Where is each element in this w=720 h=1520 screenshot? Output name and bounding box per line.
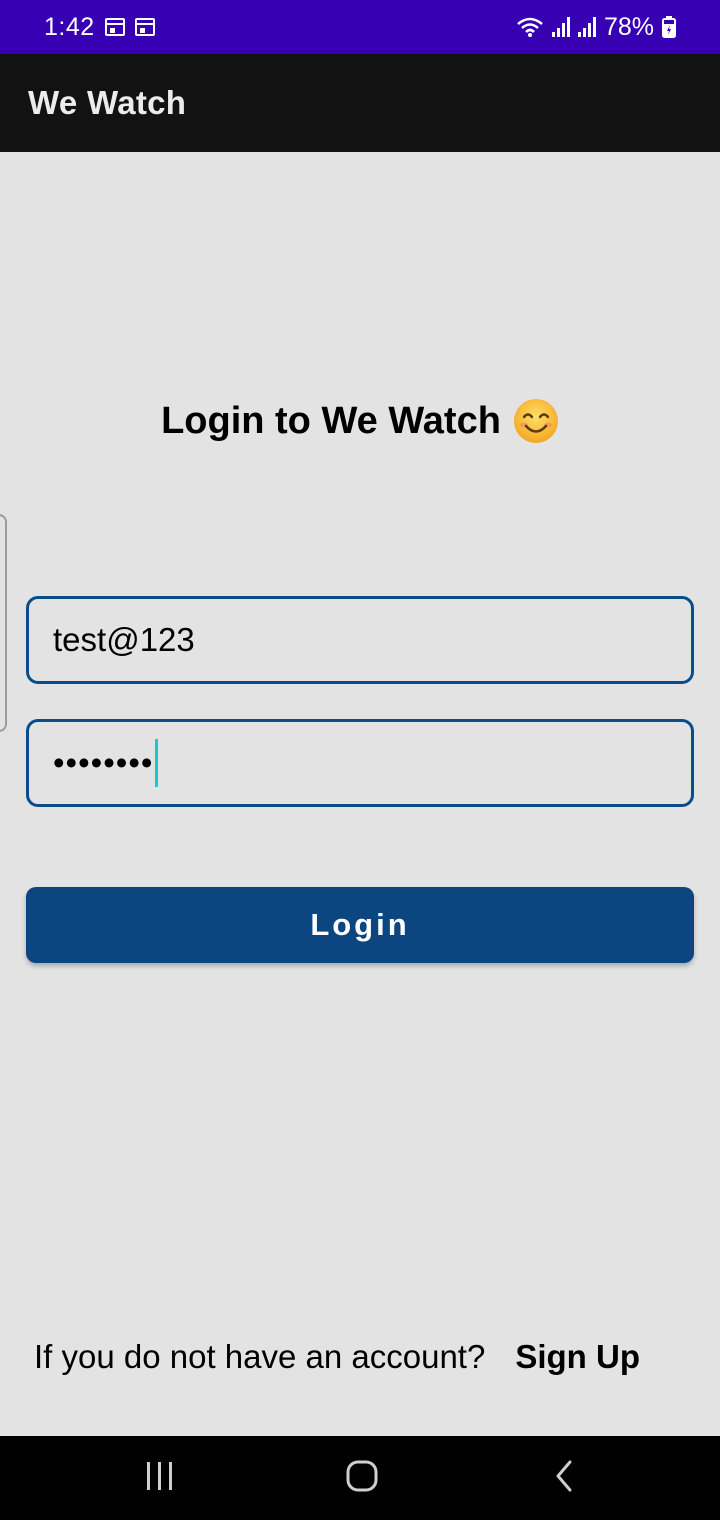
signal-icon <box>577 17 596 37</box>
text-cursor <box>155 739 159 787</box>
status-time: 1:42 <box>44 12 95 41</box>
email-value: test@123 <box>53 621 195 658</box>
back-button[interactable] <box>524 1436 604 1520</box>
recent-apps-button[interactable] <box>120 1436 200 1520</box>
edge-panel-handle[interactable] <box>0 514 7 732</box>
smiling-face-icon <box>513 398 559 444</box>
back-icon <box>552 1460 576 1497</box>
battery-percent: 78% <box>603 12 654 41</box>
calendar-icon <box>104 18 125 36</box>
recent-apps-icon <box>144 1461 176 1496</box>
home-icon <box>345 1459 379 1498</box>
signal-icon <box>551 17 570 37</box>
status-bar: 1:42 78% <box>0 0 720 54</box>
password-field[interactable]: •••••••• <box>26 719 694 807</box>
calendar-icon <box>134 18 155 36</box>
sign-up-link[interactable]: Sign Up <box>515 1338 640 1376</box>
login-button[interactable]: Login <box>26 887 694 963</box>
battery-icon <box>662 16 676 38</box>
signup-row: If you do not have an account? Sign Up <box>34 1338 640 1376</box>
app-title: We Watch <box>28 84 187 121</box>
email-field[interactable]: test@123 <box>26 596 694 684</box>
wifi-icon <box>516 16 544 38</box>
home-button[interactable] <box>322 1436 402 1520</box>
page-title-text: Login to We Watch <box>161 399 501 442</box>
app-bar: We Watch <box>0 54 720 152</box>
signup-prompt: If you do not have an account? <box>34 1338 486 1375</box>
status-right: 78% <box>516 13 676 42</box>
page-title: Login to We Watch <box>0 398 720 444</box>
password-value: •••••••• <box>53 744 154 781</box>
status-left: 1:42 <box>44 13 155 42</box>
navigation-bar <box>0 1436 720 1520</box>
